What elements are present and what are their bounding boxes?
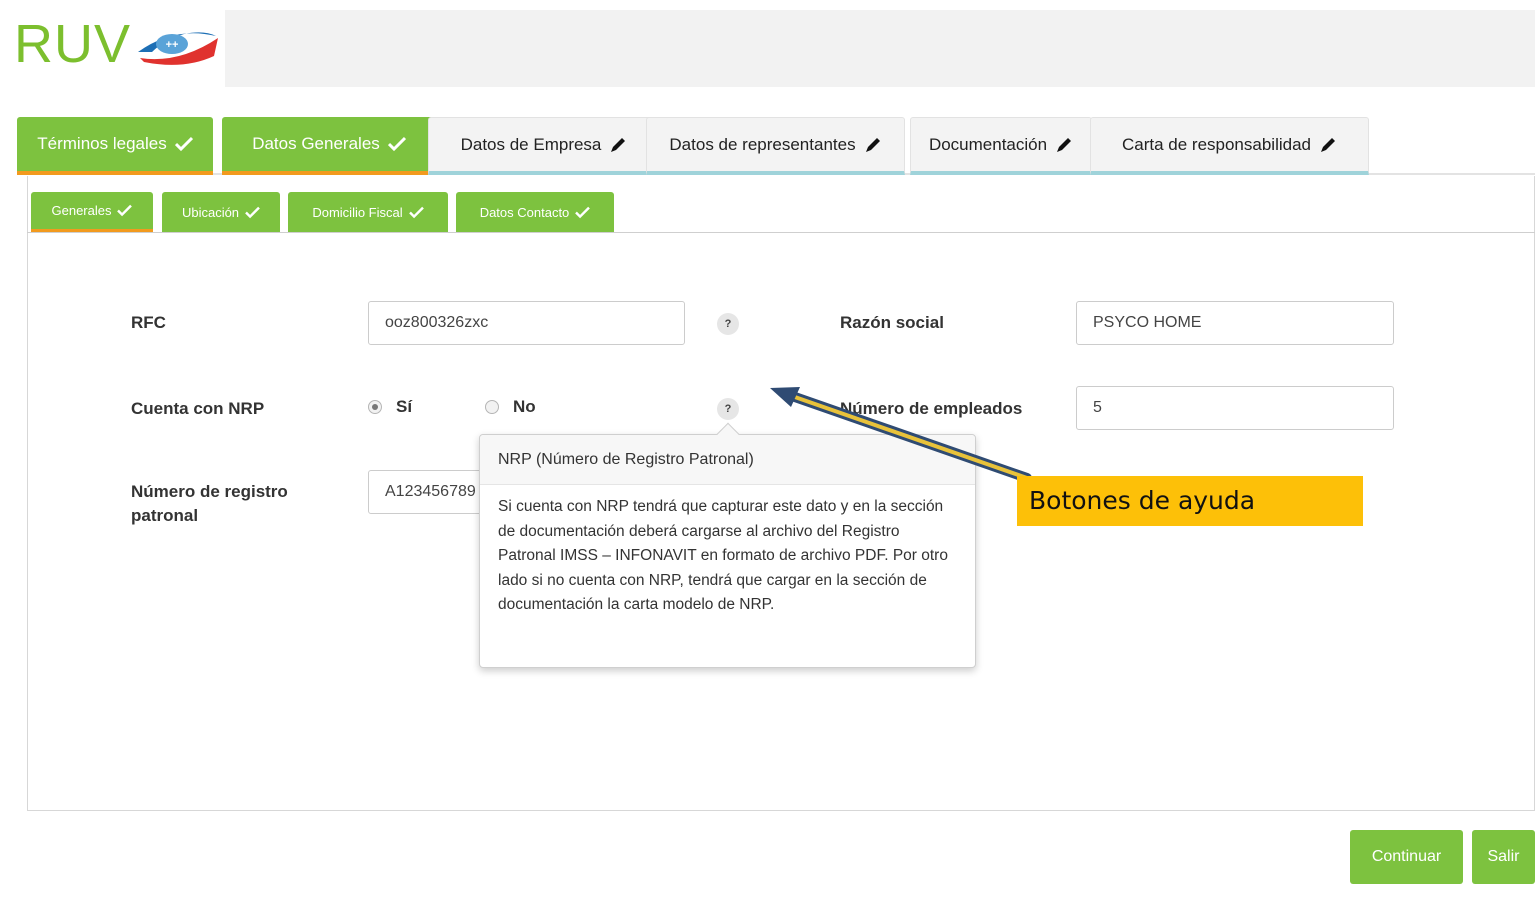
tab-label: Documentación <box>928 134 1048 154</box>
nrp-label: Cuenta con NRP <box>131 399 265 418</box>
nrp-help-tooltip: NRP (Número de Registro Patronal) Si cue… <box>479 422 976 668</box>
subtab-generales[interactable]: Generales <box>31 192 153 232</box>
subtab-label: Domicilio Fiscal <box>312 204 403 220</box>
subtab-label: Generales <box>51 203 112 218</box>
razon-social-input[interactable] <box>1076 301 1394 345</box>
ruv-logo: RUV ++ <box>14 14 219 74</box>
radio-dot-selected <box>368 400 382 414</box>
pencil-icon <box>1055 136 1073 154</box>
empleados-input[interactable] <box>1076 386 1394 430</box>
check-icon <box>408 206 424 219</box>
sub-tabs: Generales Ubicación Domicilio Fiscal Dat… <box>27 192 1535 233</box>
registro-patronal-label: Número de registro patronal <box>131 482 288 525</box>
tab-label: Carta de responsabilidad <box>1121 134 1311 154</box>
tab-label: Datos de representantes <box>669 134 856 154</box>
rfc-input[interactable] <box>368 301 685 345</box>
help-buttons-callout: Botones de ayuda <box>1017 476 1363 526</box>
nrp-yes-label: Sí <box>396 397 413 416</box>
tab-datos-representantes[interactable]: Datos de representantes <box>646 117 905 175</box>
tooltip-body: Si cuenta con NRP tendrá que capturar es… <box>498 498 948 613</box>
tab-datos-generales[interactable]: Datos Generales <box>222 117 436 175</box>
rfc-help-icon[interactable]: ? <box>717 313 739 335</box>
tab-documentacion[interactable]: Documentación <box>910 117 1092 175</box>
logo-badge: ++ <box>166 39 179 51</box>
tab-datos-empresa[interactable]: Datos de Empresa <box>428 117 660 175</box>
check-icon <box>387 136 406 152</box>
header-bar <box>225 10 1535 87</box>
tab-label: Datos Generales <box>252 134 380 153</box>
check-icon <box>245 206 260 219</box>
subtab-label: Ubicación <box>181 204 240 220</box>
main-tabs: Términos legales Datos Generales Datos d… <box>17 117 1535 175</box>
tab-terminos-legales[interactable]: Términos legales <box>17 117 213 175</box>
nrp-no-radio[interactable]: No <box>485 397 536 417</box>
exit-button[interactable]: Salir <box>1472 830 1535 884</box>
subtab-datos-contacto[interactable]: Datos Contacto <box>456 192 614 232</box>
pencil-icon <box>1319 136 1337 154</box>
pencil-icon <box>864 136 882 154</box>
pencil-icon <box>609 136 627 154</box>
tooltip-title: NRP (Número de Registro Patronal) <box>480 435 975 485</box>
logo-swoosh-icon: ++ <box>138 32 218 65</box>
nrp-yes-radio[interactable]: Sí <box>368 397 412 417</box>
continue-button[interactable]: Continuar <box>1350 830 1463 884</box>
nrp-no-label: No <box>513 397 536 416</box>
logo-text: RUV <box>14 14 132 74</box>
check-icon <box>117 204 133 217</box>
rfc-label: RFC <box>131 313 166 332</box>
subtab-label: Datos Contacto <box>479 204 570 220</box>
empleados-label: Número de empleados <box>840 399 1023 418</box>
tab-label: Términos legales <box>37 134 167 153</box>
check-icon <box>174 136 193 152</box>
subtab-domicilio-fiscal[interactable]: Domicilio Fiscal <box>288 192 448 232</box>
check-icon <box>575 206 591 219</box>
tab-label: Datos de Empresa <box>460 134 602 154</box>
sub-tabs-baseline <box>27 232 1535 233</box>
radio-dot <box>485 400 499 414</box>
nrp-help-icon[interactable]: ? <box>717 398 739 420</box>
subtab-ubicacion[interactable]: Ubicación <box>162 192 280 232</box>
razon-social-label: Razón social <box>840 313 944 332</box>
tab-carta-responsabilidad[interactable]: Carta de responsabilidad <box>1090 117 1369 175</box>
